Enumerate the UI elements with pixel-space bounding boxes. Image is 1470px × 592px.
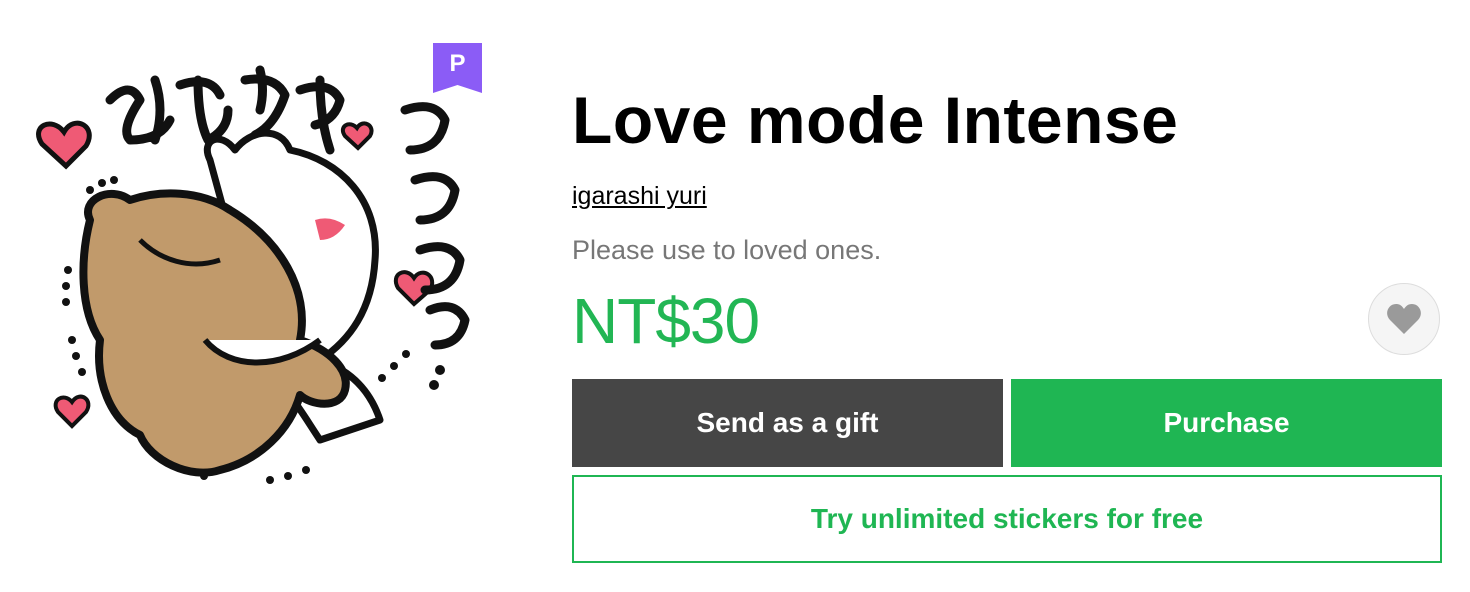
sticker-illustration xyxy=(36,65,470,484)
premium-badge-label: P xyxy=(449,50,466,77)
heart-icon xyxy=(1387,304,1421,334)
action-buttons: Send as a gift Purchase xyxy=(572,379,1442,467)
premium-badge: P xyxy=(433,43,482,93)
favorite-button[interactable] xyxy=(1368,283,1440,355)
product-title: Love mode Intense xyxy=(572,83,1179,157)
send-gift-button[interactable]: Send as a gift xyxy=(572,379,1003,467)
author-link[interactable]: igarashi yuri xyxy=(572,180,707,212)
purchase-button[interactable]: Purchase xyxy=(1011,379,1442,467)
product-price: NT$30 xyxy=(572,285,760,357)
product-description: Please use to loved ones. xyxy=(572,235,882,265)
try-unlimited-button[interactable]: Try unlimited stickers for free xyxy=(572,475,1442,563)
sticker-preview: P xyxy=(20,40,490,510)
